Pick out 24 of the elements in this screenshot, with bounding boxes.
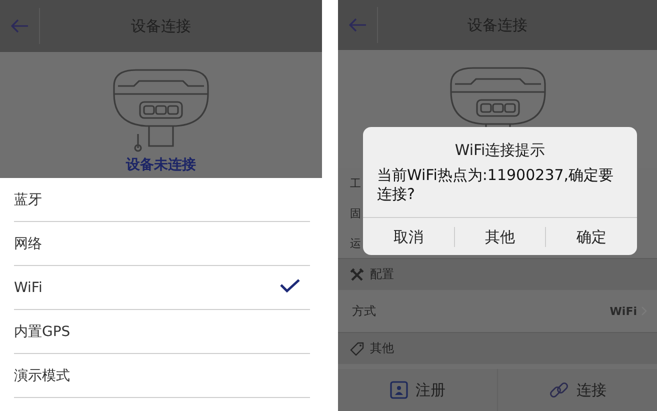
id-card-icon — [390, 381, 408, 399]
connection-option[interactable]: 网络 — [14, 222, 310, 266]
section-title: 其他 — [370, 340, 394, 357]
connection-option[interactable]: 蓝牙 — [14, 178, 310, 222]
dialog-message: 当前WiFi热点为:11900237,确定要连接? — [376, 165, 615, 205]
dialog-title: WiFi连接提示 — [454, 140, 546, 160]
connection-option[interactable]: 内置GPS — [14, 310, 310, 354]
connection-option[interactable]: WiFi — [14, 266, 310, 310]
dialog-button[interactable]: 确定 — [546, 226, 638, 246]
back-arrow-icon[interactable] — [348, 18, 366, 32]
dialog-button[interactable]: 其他 — [454, 226, 546, 246]
tag-icon — [350, 342, 364, 356]
info-row-label: 运 — [350, 236, 361, 250]
device-status: 设备未连接 — [126, 156, 196, 174]
tools-icon — [350, 268, 364, 282]
connection-option[interactable]: 演示模式 — [14, 354, 310, 398]
info-row-label: 固 — [350, 206, 361, 220]
dialog-button[interactable]: 取消 — [363, 226, 455, 246]
back-arrow-icon[interactable] — [10, 19, 28, 33]
setting-label: 方式 — [352, 302, 376, 320]
link-icon — [548, 380, 568, 400]
info-row-label: 工 — [350, 176, 361, 190]
setting-value: WiFi — [610, 304, 637, 318]
section-title: 配置 — [370, 266, 394, 283]
